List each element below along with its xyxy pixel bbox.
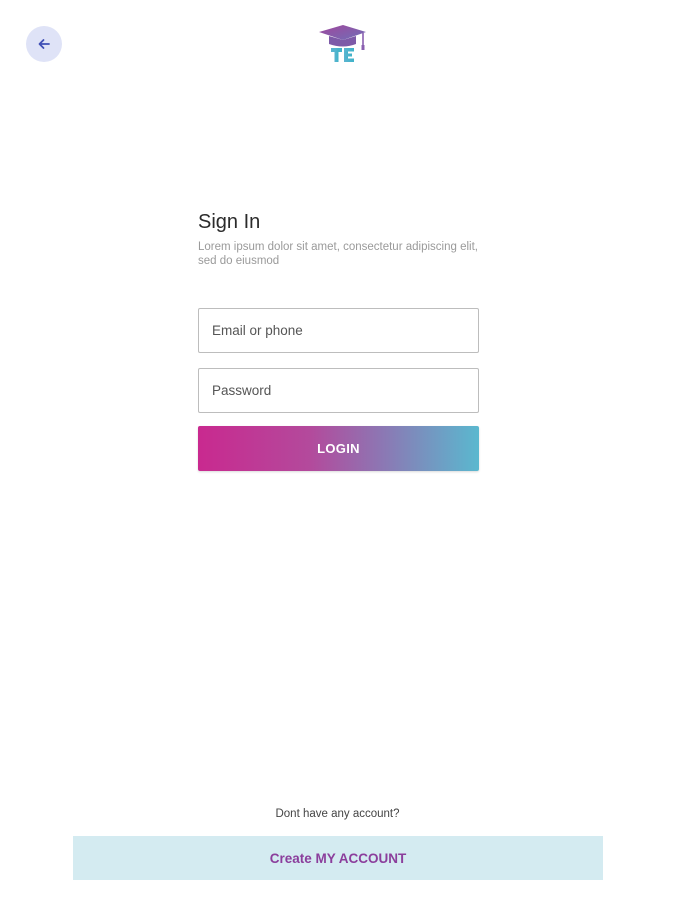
signin-subtitle: Lorem ipsum dolor sit amet, consectetur … <box>198 241 478 267</box>
signin-form: Sign In Lorem ipsum dolor sit amet, cons… <box>198 208 479 471</box>
arrow-left-icon <box>37 37 51 51</box>
create-account-button[interactable]: Create MY ACCOUNT <box>73 836 603 880</box>
page-title: Sign In <box>198 211 261 233</box>
password-field[interactable] <box>198 368 479 413</box>
back-button[interactable] <box>26 26 62 62</box>
graduation-cap-logo-icon <box>316 22 368 66</box>
email-field[interactable] <box>198 308 479 353</box>
signin-page: Sign In Lorem ipsum dolor sit amet, cons… <box>0 0 675 900</box>
no-account-prompt: Dont have any account? <box>275 808 400 820</box>
login-button[interactable]: LOGIN <box>198 426 479 471</box>
